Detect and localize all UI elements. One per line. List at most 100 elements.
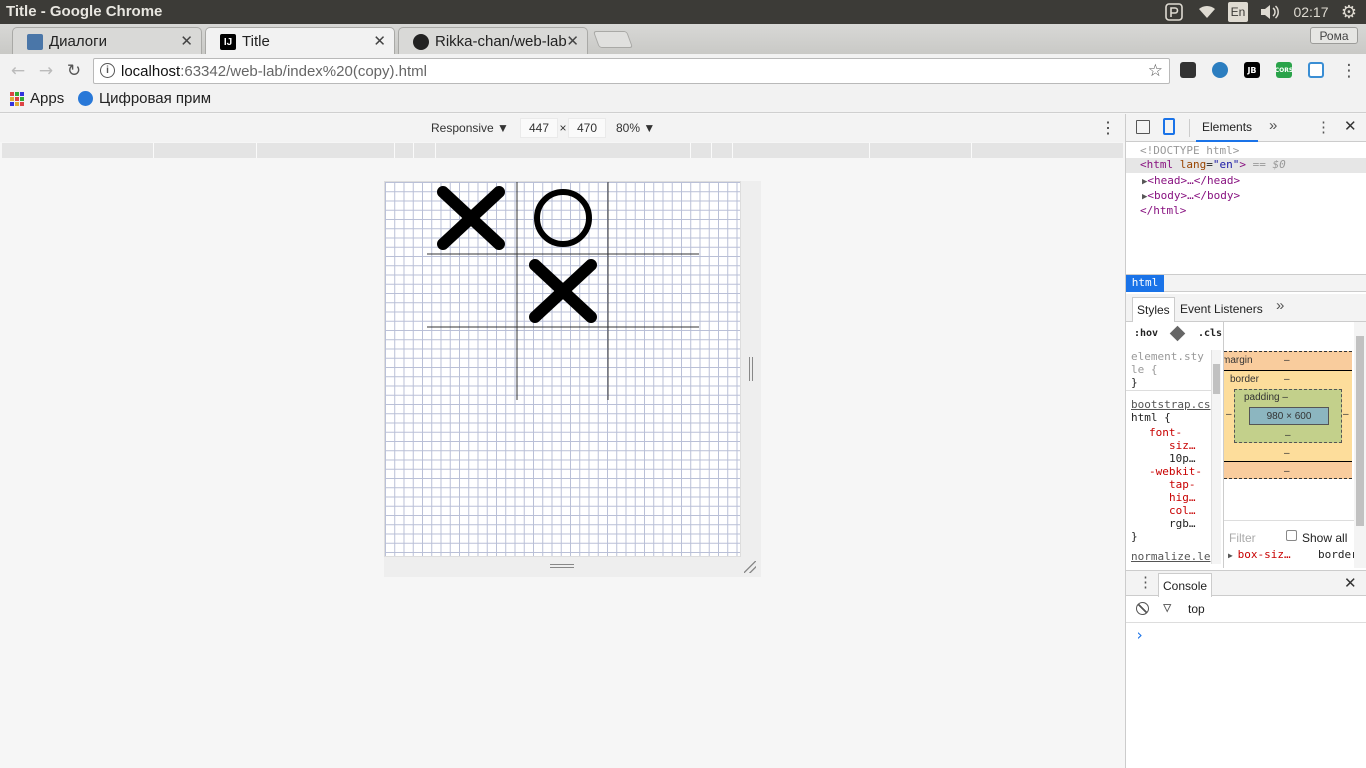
viewport-height-input[interactable]: 470 bbox=[568, 118, 606, 138]
box-border[interactable]: border – – – – padding – – 980 × 600 bbox=[1224, 370, 1352, 462]
rule-prop[interactable]: tap- bbox=[1169, 478, 1196, 491]
rule-source-link[interactable]: normalize.le bbox=[1131, 550, 1210, 563]
device-more-icon[interactable]: ⋮ bbox=[1100, 118, 1116, 138]
tab-dialogs[interactable]: Диалоги ✕ bbox=[12, 27, 202, 54]
close-tab-icon[interactable]: ✕ bbox=[566, 32, 579, 50]
close-tab-icon[interactable]: ✕ bbox=[373, 32, 386, 50]
chrome-menu-icon[interactable]: ⋮ bbox=[1338, 60, 1360, 82]
dom-head-node[interactable]: ▶<head>…</head> bbox=[1142, 174, 1240, 187]
close-drawer-icon[interactable]: ✕ bbox=[1344, 574, 1357, 592]
rule-prop[interactable]: siz… bbox=[1169, 439, 1196, 452]
box-content[interactable]: 980 × 600 bbox=[1249, 407, 1329, 425]
clock[interactable]: 02:17 bbox=[1290, 2, 1332, 22]
tab-console[interactable]: Console bbox=[1158, 573, 1213, 597]
tab-title[interactable]: IJ Title ✕ bbox=[205, 27, 395, 54]
rule-value[interactable]: rgb… bbox=[1169, 517, 1196, 530]
drawer-menu-icon[interactable]: ⋮ bbox=[1138, 573, 1153, 591]
device-toggle-icon[interactable] bbox=[1163, 118, 1175, 135]
more-tabs-icon[interactable]: » bbox=[1276, 297, 1284, 314]
rule-text: } bbox=[1131, 530, 1138, 543]
tab-styles[interactable]: Styles bbox=[1132, 297, 1175, 322]
devtools-menu-icon[interactable]: ⋮ bbox=[1316, 118, 1331, 136]
tic-tac-toe-board[interactable] bbox=[385, 182, 741, 557]
o-mark bbox=[534, 189, 592, 247]
forward-arrow-icon[interactable]: → bbox=[35, 60, 57, 82]
extension-d-icon[interactable] bbox=[1308, 62, 1324, 78]
tab-github[interactable]: Rikka-chan/web-lab ✕ bbox=[398, 27, 588, 54]
address-bar[interactable]: i localhost:63342/web-lab/index%20(copy)… bbox=[93, 58, 1170, 84]
class-toggle[interactable]: .cls bbox=[1198, 328, 1222, 339]
viewport-width-input[interactable]: 447 bbox=[520, 118, 558, 138]
settings-gear-icon[interactable]: ⚙ bbox=[1338, 2, 1360, 22]
rule-prop[interactable]: hig… bbox=[1169, 491, 1196, 504]
zoom-dropdown[interactable]: 80% ▼ bbox=[616, 121, 655, 135]
extension-drop-icon[interactable] bbox=[1212, 62, 1228, 78]
close-devtools-icon[interactable]: ✕ bbox=[1344, 117, 1357, 135]
inspect-element-icon[interactable] bbox=[1136, 120, 1150, 134]
styles-tabbar: Styles Event Listeners » bbox=[1126, 294, 1366, 322]
tab-label: Диалоги bbox=[49, 32, 107, 50]
rule-prop[interactable]: -webkit- bbox=[1149, 465, 1202, 478]
bookmark-apps[interactable]: Apps bbox=[10, 90, 64, 107]
jetbrains-extension-icon[interactable]: JB bbox=[1244, 62, 1260, 78]
cors-extension-icon[interactable]: CORS bbox=[1275, 62, 1293, 78]
volume-icon[interactable] bbox=[1258, 2, 1282, 22]
ruler-divider bbox=[394, 143, 395, 158]
corner-resize-icon[interactable] bbox=[744, 561, 756, 573]
dropbox-tray-icon[interactable] bbox=[1164, 2, 1184, 22]
github-icon bbox=[413, 34, 429, 50]
rule-value[interactable]: 10p… bbox=[1169, 452, 1196, 465]
console-prompt[interactable]: › bbox=[1135, 626, 1144, 644]
tab-elements[interactable]: Elements bbox=[1196, 114, 1259, 142]
dom-body-node[interactable]: ▶<body>…</body> bbox=[1142, 189, 1240, 202]
rule-source-link[interactable]: bootstrap.cs bbox=[1131, 398, 1210, 411]
box-margin[interactable]: margin – – border – – – – padding – – 98… bbox=[1224, 351, 1352, 479]
profile-button[interactable]: Рома bbox=[1310, 27, 1358, 44]
console-context[interactable]: top bbox=[1188, 602, 1205, 616]
dom-html-selected[interactable]: <html lang="en"> == $0 bbox=[1126, 158, 1366, 173]
resize-handle-icon[interactable] bbox=[550, 564, 574, 568]
dom-doctype[interactable]: <!DOCTYPE html> bbox=[1140, 144, 1239, 157]
apps-grid-icon bbox=[10, 91, 24, 106]
new-tab-button[interactable] bbox=[592, 31, 634, 48]
breadcrumb-html[interactable]: html bbox=[1126, 275, 1164, 292]
ruler-divider bbox=[413, 143, 414, 158]
styles-scrollbar[interactable] bbox=[1211, 350, 1221, 564]
resize-handle-icon[interactable] bbox=[749, 357, 753, 381]
info-icon[interactable]: i bbox=[100, 63, 115, 78]
wifi-icon[interactable] bbox=[1196, 2, 1218, 22]
url-path: :63342/web-lab/index%20(copy).html bbox=[180, 62, 428, 80]
bookmark-label: Apps bbox=[30, 90, 65, 107]
scrollbar-thumb[interactable] bbox=[1213, 364, 1220, 394]
dom-html-close[interactable]: </html> bbox=[1140, 204, 1186, 217]
extension-icon[interactable] bbox=[1180, 62, 1196, 78]
viewport-right-resizer[interactable] bbox=[741, 181, 761, 557]
rule-prop[interactable]: font- bbox=[1149, 426, 1182, 439]
bookmark-digital[interactable]: Цифровая прим bbox=[78, 90, 218, 107]
media-query-ruler[interactable] bbox=[2, 143, 1123, 158]
back-arrow-icon[interactable]: ← bbox=[7, 60, 29, 82]
keyboard-layout-indicator[interactable]: En bbox=[1228, 2, 1248, 22]
computed-filter-input[interactable]: Filter bbox=[1229, 531, 1256, 545]
ruler-divider bbox=[971, 143, 972, 158]
viewport-bottom-resizer[interactable] bbox=[384, 557, 761, 577]
tab-event-listeners[interactable]: Event Listeners bbox=[1180, 302, 1263, 316]
hover-state-toggle[interactable]: :hov bbox=[1134, 328, 1158, 339]
more-tabs-icon[interactable]: » bbox=[1269, 117, 1277, 134]
responsive-dropdown[interactable]: Responsive ▼ bbox=[431, 121, 509, 135]
show-all-checkbox[interactable] bbox=[1286, 530, 1297, 541]
rule-prop[interactable]: col… bbox=[1169, 504, 1196, 517]
devtools-tabbar: Elements » ⋮ ✕ bbox=[1126, 114, 1366, 142]
computed-row[interactable]: ▶ box-siz… bbox=[1228, 548, 1291, 561]
box-padding[interactable]: padding – – 980 × 600 bbox=[1234, 389, 1342, 443]
bookmark-favicon bbox=[78, 91, 93, 106]
scrollbar-thumb[interactable] bbox=[1356, 336, 1364, 526]
clear-console-icon[interactable] bbox=[1136, 602, 1149, 615]
new-rule-icon[interactable] bbox=[1169, 325, 1186, 342]
console-toolbar: ▽ top bbox=[1126, 597, 1366, 623]
reload-icon[interactable]: ↻ bbox=[63, 60, 85, 82]
close-tab-icon[interactable]: ✕ bbox=[180, 32, 193, 50]
filter-icon[interactable]: ▽ bbox=[1163, 600, 1171, 616]
box-scrollbar[interactable] bbox=[1354, 322, 1366, 568]
bookmark-star-icon[interactable]: ☆ bbox=[1148, 61, 1163, 81]
